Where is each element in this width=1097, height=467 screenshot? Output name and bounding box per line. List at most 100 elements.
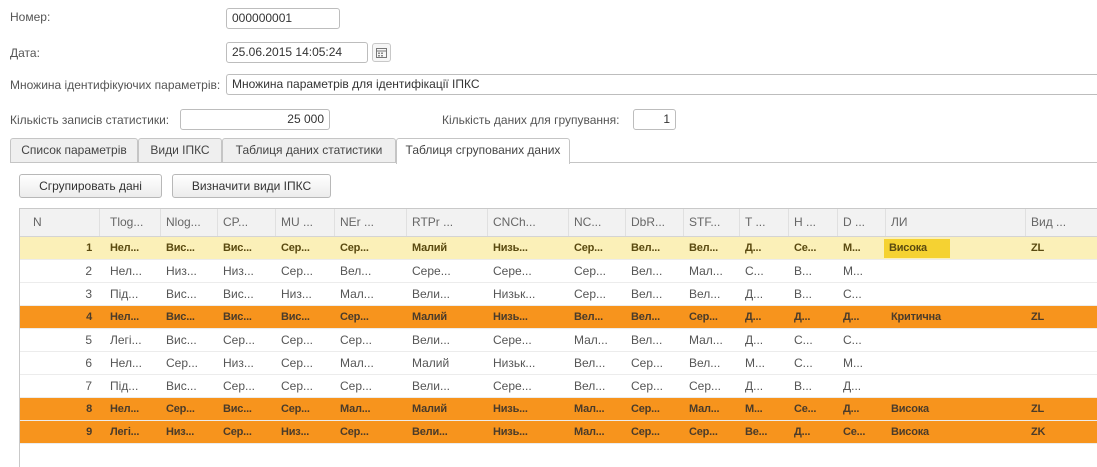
table-cell-col-dbr: Вел... bbox=[631, 242, 661, 254]
table-cell-col-h: В... bbox=[794, 264, 813, 278]
header-col-d[interactable]: D ... bbox=[838, 209, 886, 236]
table-cell-col-rtpr: Вели... bbox=[412, 333, 450, 347]
table-cell-col-d: Д... bbox=[843, 379, 862, 393]
table-cell-col-t: Д... bbox=[745, 311, 762, 323]
table-cell-col-h: Се... bbox=[794, 403, 817, 415]
table-cell-col-h: С... bbox=[794, 333, 813, 347]
header-col-t[interactable]: T ... bbox=[740, 209, 789, 236]
calendar-button[interactable] bbox=[372, 43, 391, 62]
table-cell-col-li bbox=[886, 283, 1026, 305]
table-cell-col-t: Д... bbox=[745, 242, 762, 254]
table-cell-col-nlog: Низ... bbox=[166, 264, 197, 278]
table-cell-col-d: Д... bbox=[843, 403, 860, 415]
header-col-tlog[interactable]: Tlog... bbox=[105, 209, 161, 236]
table-cell-col-mu: Сер... bbox=[281, 356, 314, 370]
table-row[interactable]: 8 Нел... Сер... Вис... Сер... Мал... Малий Низь… bbox=[20, 398, 1097, 421]
table-row[interactable]: 9 Легі... Низ... Сер... Низ... Сер... Вели... Н… bbox=[20, 421, 1097, 444]
table-cell-col-t: М... bbox=[745, 403, 763, 415]
header-col-nlog[interactable]: Nlog... bbox=[161, 209, 218, 236]
group-data-button[interactable]: Сгрупировать дані bbox=[19, 174, 162, 198]
table-row[interactable]: 7 Під... Вис... Сер... Сер... Сер... Вели... Се… bbox=[20, 375, 1097, 398]
table-cell-col-n: 7 bbox=[85, 379, 92, 393]
table-cell-col-stf: Мал... bbox=[689, 264, 723, 278]
table-cell-col-vyd bbox=[1026, 375, 1097, 397]
table-cell-col-h: Д... bbox=[794, 311, 811, 323]
table-cell-col-cp: Низ... bbox=[223, 356, 254, 370]
table-cell-col-t: М... bbox=[745, 356, 765, 370]
table-cell-col-tlog: Під... bbox=[110, 287, 139, 301]
table-cell-col-vyd bbox=[1026, 283, 1097, 305]
table-cell-col-nlog: Вис... bbox=[166, 242, 195, 254]
table-cell-col-rtpr: Малий bbox=[412, 403, 447, 415]
number-field[interactable]: 000000001 bbox=[226, 8, 340, 29]
table-cell-col-tlog: Нел... bbox=[110, 403, 140, 415]
define-types-button[interactable]: Визначити види ІПКС bbox=[172, 174, 331, 198]
table-cell-col-ner: Сер... bbox=[340, 311, 369, 323]
group-field[interactable]: 1 bbox=[633, 109, 676, 130]
paramset-field[interactable]: Множина параметрів для ідентифікації ІПК… bbox=[226, 74, 1097, 95]
header-col-n[interactable]: N bbox=[20, 209, 100, 236]
table-cell-col-nlog: Вис... bbox=[166, 379, 197, 393]
tab-ipks-types[interactable]: Види ІПКС bbox=[138, 138, 222, 162]
table-cell-col-cnch: Низь... bbox=[493, 426, 528, 438]
table-cell-col-mu: Низ... bbox=[281, 426, 310, 438]
header-col-h[interactable]: H ... bbox=[789, 209, 838, 236]
table-cell-col-nlog: Вис... bbox=[166, 333, 197, 347]
table-cell-col-li bbox=[886, 375, 1026, 397]
header-col-vyd[interactable]: Вид ... bbox=[1026, 209, 1097, 236]
table-cell-col-t: Д... bbox=[745, 333, 764, 347]
header-col-cnch[interactable]: CNCh... bbox=[488, 209, 569, 236]
table-cell-col-cnch: Низь... bbox=[493, 242, 528, 254]
table-cell-col-vyd: ZL bbox=[1031, 242, 1045, 254]
table-cell-col-n: 2 bbox=[85, 264, 92, 278]
table-row[interactable]: 5 Легі... Вис... Сер... Сер... Сер... Вели... С… bbox=[20, 329, 1097, 352]
table-cell-col-nc: Мал... bbox=[574, 426, 605, 438]
header-col-li[interactable]: ЛИ bbox=[886, 209, 1026, 236]
table-cell-col-rtpr: Малий bbox=[412, 242, 447, 254]
table-cell-col-li: Висока bbox=[891, 426, 929, 438]
table-cell-col-ner: Мал... bbox=[340, 356, 374, 370]
table-cell-col-cp: Вис... bbox=[223, 287, 254, 301]
table-cell-col-tlog: Нел... bbox=[110, 264, 142, 278]
table-cell-col-mu: Сер... bbox=[281, 403, 310, 415]
table-cell-col-nc: Вел... bbox=[574, 379, 606, 393]
table-cell-col-t: Д... bbox=[745, 379, 764, 393]
table-cell-col-tlog: Нел... bbox=[110, 242, 140, 254]
table-row[interactable]: 3 Під... Вис... Вис... Низ... Мал... Вели... Ни… bbox=[20, 283, 1097, 306]
header-col-stf[interactable]: STF... bbox=[684, 209, 740, 236]
tab-statistics-table[interactable]: Таблиця даних статистики bbox=[222, 138, 396, 162]
table-row[interactable]: 4 Нел... Вис... Вис... Вис... Сер... Малий Низь… bbox=[20, 306, 1097, 329]
header-col-mu[interactable]: MU ... bbox=[276, 209, 335, 236]
table-cell-col-tlog: Нел... bbox=[110, 311, 140, 323]
table-cell-col-cp: Сер... bbox=[223, 333, 256, 347]
tab-parameter-list[interactable]: Список параметрів bbox=[10, 138, 138, 162]
table-cell-col-mu: Сер... bbox=[281, 379, 314, 393]
table-cell-col-h: С... bbox=[794, 356, 813, 370]
group-label: Кількість даних для групування: bbox=[442, 113, 620, 127]
table-row[interactable]: 2 Нел... Низ... Низ... Сер... Вел... Сере... Се… bbox=[20, 260, 1097, 283]
table-cell-col-n: 1 bbox=[86, 242, 92, 254]
tab-grouped-data-table[interactable]: Таблиця сгрупованих даних bbox=[396, 138, 570, 164]
number-label: Номер: bbox=[10, 10, 51, 24]
table-cell-col-tlog: Легі... bbox=[110, 333, 142, 347]
table-cell-col-cnch: Низьк... bbox=[493, 356, 536, 370]
table-cell-col-nlog: Сер... bbox=[166, 356, 199, 370]
date-field[interactable]: 25.06.2015 14:05:24 bbox=[226, 42, 368, 63]
table-cell-col-stf: Мал... bbox=[689, 403, 720, 415]
table-cell-col-d: М... bbox=[843, 242, 861, 254]
header-col-nc[interactable]: NC... bbox=[569, 209, 626, 236]
table-cell-col-dbr: Сер... bbox=[631, 426, 660, 438]
header-col-rtpr[interactable]: RTPr ... bbox=[407, 209, 488, 236]
table-row[interactable]: 1 Нел... Вис... Вис... Сер... Сер... Малий Низь… bbox=[20, 237, 1097, 260]
table-cell-col-h: Се... bbox=[794, 242, 817, 254]
header-col-cp[interactable]: CP... bbox=[218, 209, 276, 236]
table-cell-col-li: Висока bbox=[891, 403, 929, 415]
header-col-ner[interactable]: NEr ... bbox=[335, 209, 407, 236]
table-cell-col-mu: Вис... bbox=[281, 311, 310, 323]
header-col-dbr[interactable]: DbR... bbox=[626, 209, 684, 236]
table-row[interactable]: 6 Нел... Сер... Низ... Сер... Мал... Малий Низь… bbox=[20, 352, 1097, 375]
table-cell-col-t: Д... bbox=[745, 287, 764, 301]
table-cell-col-t: Ве... bbox=[745, 426, 768, 438]
records-field[interactable]: 25 000 bbox=[180, 109, 330, 130]
table-cell-col-t: С... bbox=[745, 264, 764, 278]
